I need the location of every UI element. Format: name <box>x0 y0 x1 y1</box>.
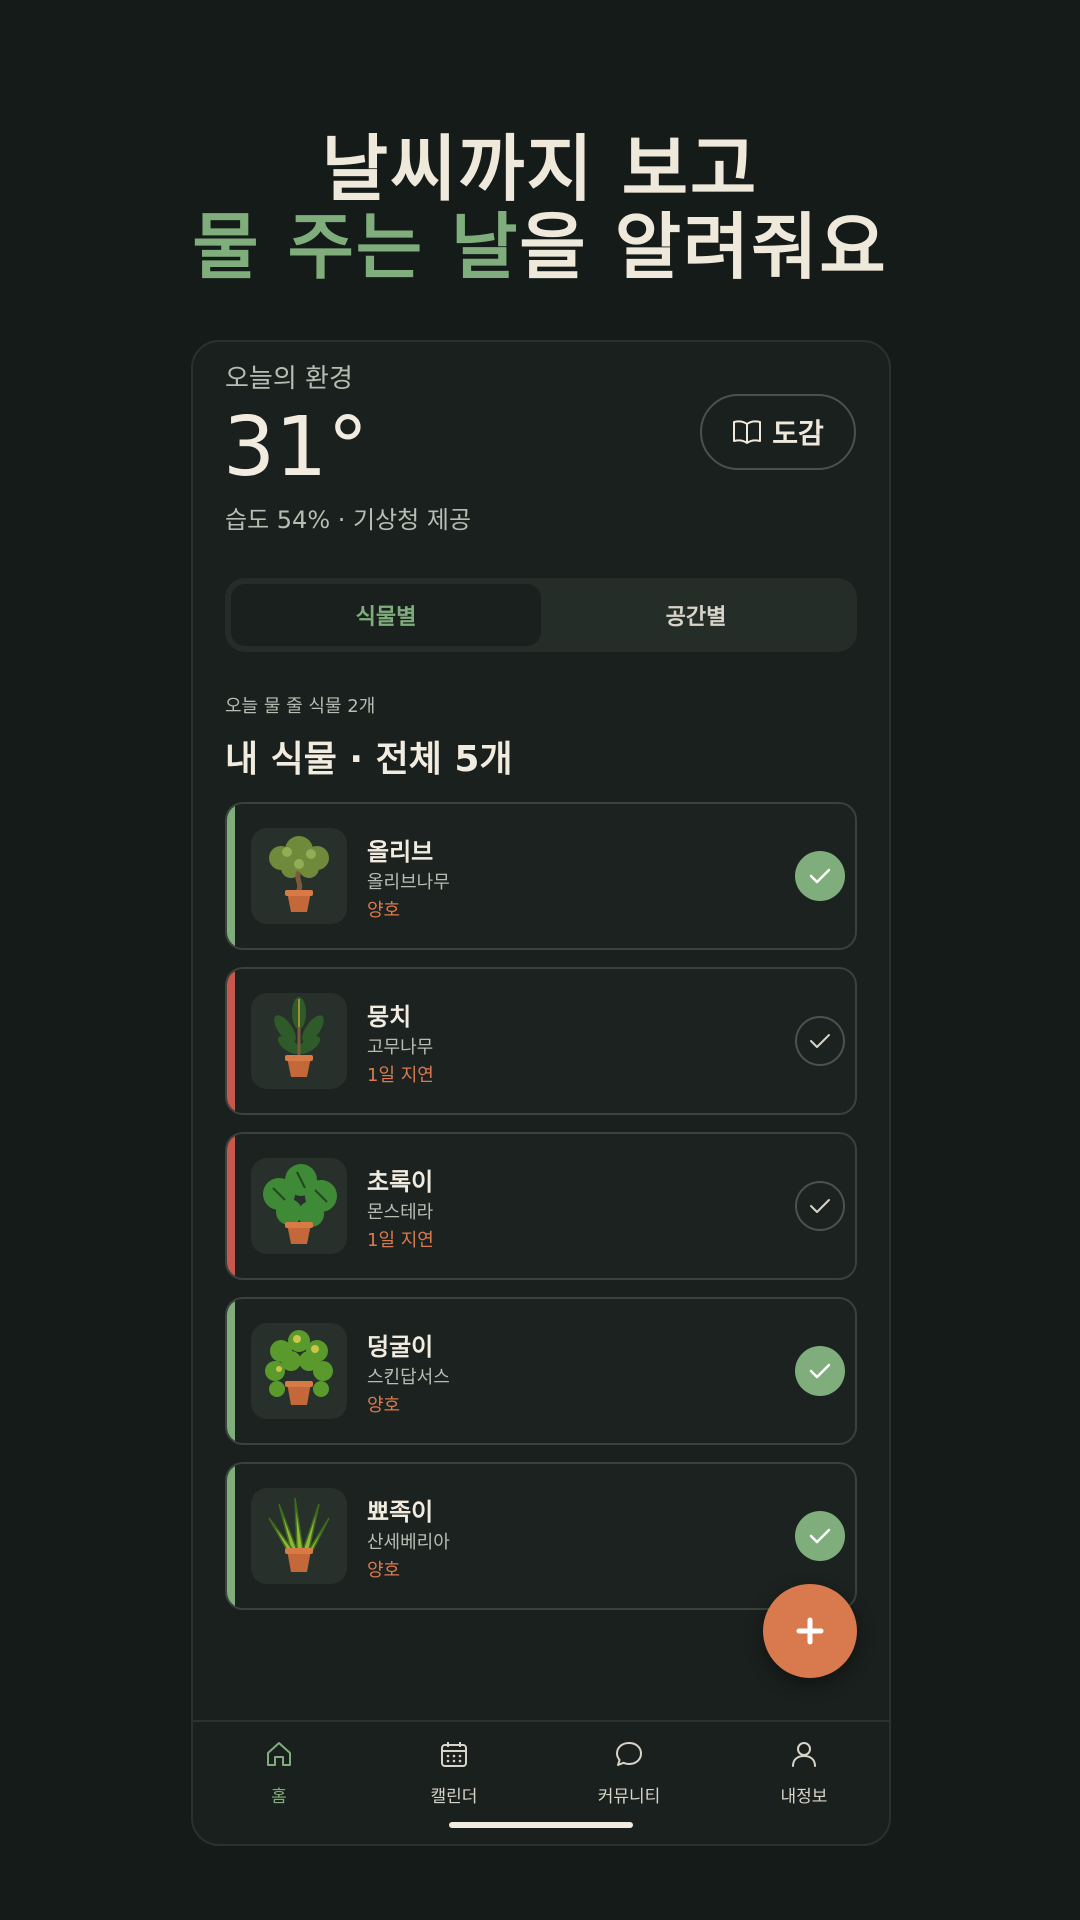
status-bar <box>227 1464 235 1608</box>
headline-rest: 을 알려줘요 <box>519 205 888 289</box>
nav-home-label: 홈 <box>271 1787 287 1807</box>
status-bar <box>227 804 235 948</box>
plant-status: 1일 지연 <box>367 1230 434 1251</box>
home-indicator[interactable] <box>449 1822 633 1828</box>
nav-calendar[interactable]: 캘린더 <box>379 1738 529 1807</box>
plant-species: 스킨답서스 <box>367 1367 450 1388</box>
headline: 날씨까지 보고 물 주는 날을 알려줘요 <box>0 130 1080 286</box>
plant-name: 초록이 <box>367 1168 434 1196</box>
plant-card[interactable]: 올리브 올리브나무 양호 <box>225 802 857 950</box>
plant-image-sansevieria <box>251 1488 347 1584</box>
water-check-button[interactable] <box>795 1511 845 1561</box>
status-bar <box>227 969 235 1113</box>
plant-species: 올리브나무 <box>367 872 450 893</box>
nav-community-label: 커뮤니티 <box>597 1787 661 1807</box>
headline-line-1: 날씨까지 보고 <box>321 127 759 211</box>
nav-my-info-label: 내정보 <box>780 1787 828 1807</box>
plant-image-pothos <box>251 1323 347 1419</box>
nav-community[interactable]: 커뮤니티 <box>554 1738 704 1807</box>
plant-image-monstera <box>251 1158 347 1254</box>
chat-bubble-icon <box>616 1742 642 1766</box>
plant-status: 양호 <box>367 1395 401 1416</box>
tab-by-plant[interactable]: 식물별 <box>231 584 541 646</box>
plus-icon <box>796 1617 824 1645</box>
home-icon <box>267 1742 291 1766</box>
check-icon <box>810 1199 830 1213</box>
guide-button-label: 도감 <box>772 417 824 450</box>
view-segment: 식물별 공간별 <box>225 578 857 652</box>
plant-name: 뭉치 <box>367 1003 412 1031</box>
water-check-button[interactable] <box>795 1016 845 1066</box>
temperature: 31° <box>223 400 369 495</box>
plant-species: 산세베리아 <box>367 1532 450 1553</box>
check-icon <box>809 1528 831 1544</box>
check-icon <box>809 1363 831 1379</box>
humidity-source: 습도 54% · 기상청 제공 <box>225 506 472 534</box>
plant-status: 양호 <box>367 900 401 921</box>
plant-name: 덩굴이 <box>367 1333 434 1361</box>
nav-home[interactable]: 홈 <box>204 1738 354 1807</box>
headline-line-2: 물 주는 날을 알려줘요 <box>0 208 1080 286</box>
nav-calendar-label: 캘린더 <box>430 1787 478 1807</box>
plant-name: 올리브 <box>367 838 434 866</box>
plant-status: 양호 <box>367 1560 401 1581</box>
add-plant-button[interactable] <box>763 1584 857 1678</box>
tab-by-space[interactable]: 공간별 <box>541 584 851 646</box>
plant-species: 몬스테라 <box>367 1202 434 1223</box>
calendar-icon <box>441 1742 467 1767</box>
user-icon <box>792 1742 816 1767</box>
headline-accent: 물 주는 날 <box>192 205 520 289</box>
status-bar <box>227 1134 235 1278</box>
plant-card[interactable]: 초록이 몬스테라 1일 지연 <box>225 1132 857 1280</box>
water-check-button[interactable] <box>795 1181 845 1231</box>
plant-card[interactable]: 뾰족이 산세베리아 양호 <box>225 1462 857 1610</box>
plant-name: 뾰족이 <box>367 1498 434 1526</box>
plant-list-title: 내 식물 · 전체 5개 <box>225 739 513 780</box>
water-check-button[interactable] <box>795 851 845 901</box>
plant-species: 고무나무 <box>367 1037 434 1058</box>
environment-label: 오늘의 환경 <box>225 364 353 394</box>
status-bar <box>227 1299 235 1443</box>
nav-my-info[interactable]: 내정보 <box>729 1738 879 1807</box>
guide-button[interactable]: 도감 <box>700 394 856 470</box>
check-icon <box>810 1034 830 1048</box>
book-icon <box>733 420 762 444</box>
plant-image-rubber <box>251 993 347 1089</box>
phone-screen: 오늘의 환경 31° 습도 54% · 기상청 제공 도감 식물별 공간별 오늘… <box>191 340 891 1846</box>
water-check-button[interactable] <box>795 1346 845 1396</box>
plant-card[interactable]: 뭉치 고무나무 1일 지연 <box>225 967 857 1115</box>
plant-status: 1일 지연 <box>367 1065 434 1086</box>
today-water-count: 오늘 물 줄 식물 2개 <box>225 696 376 717</box>
plant-image-olive <box>251 828 347 924</box>
plant-card[interactable]: 덩굴이 스킨답서스 양호 <box>225 1297 857 1445</box>
check-icon <box>809 868 831 884</box>
